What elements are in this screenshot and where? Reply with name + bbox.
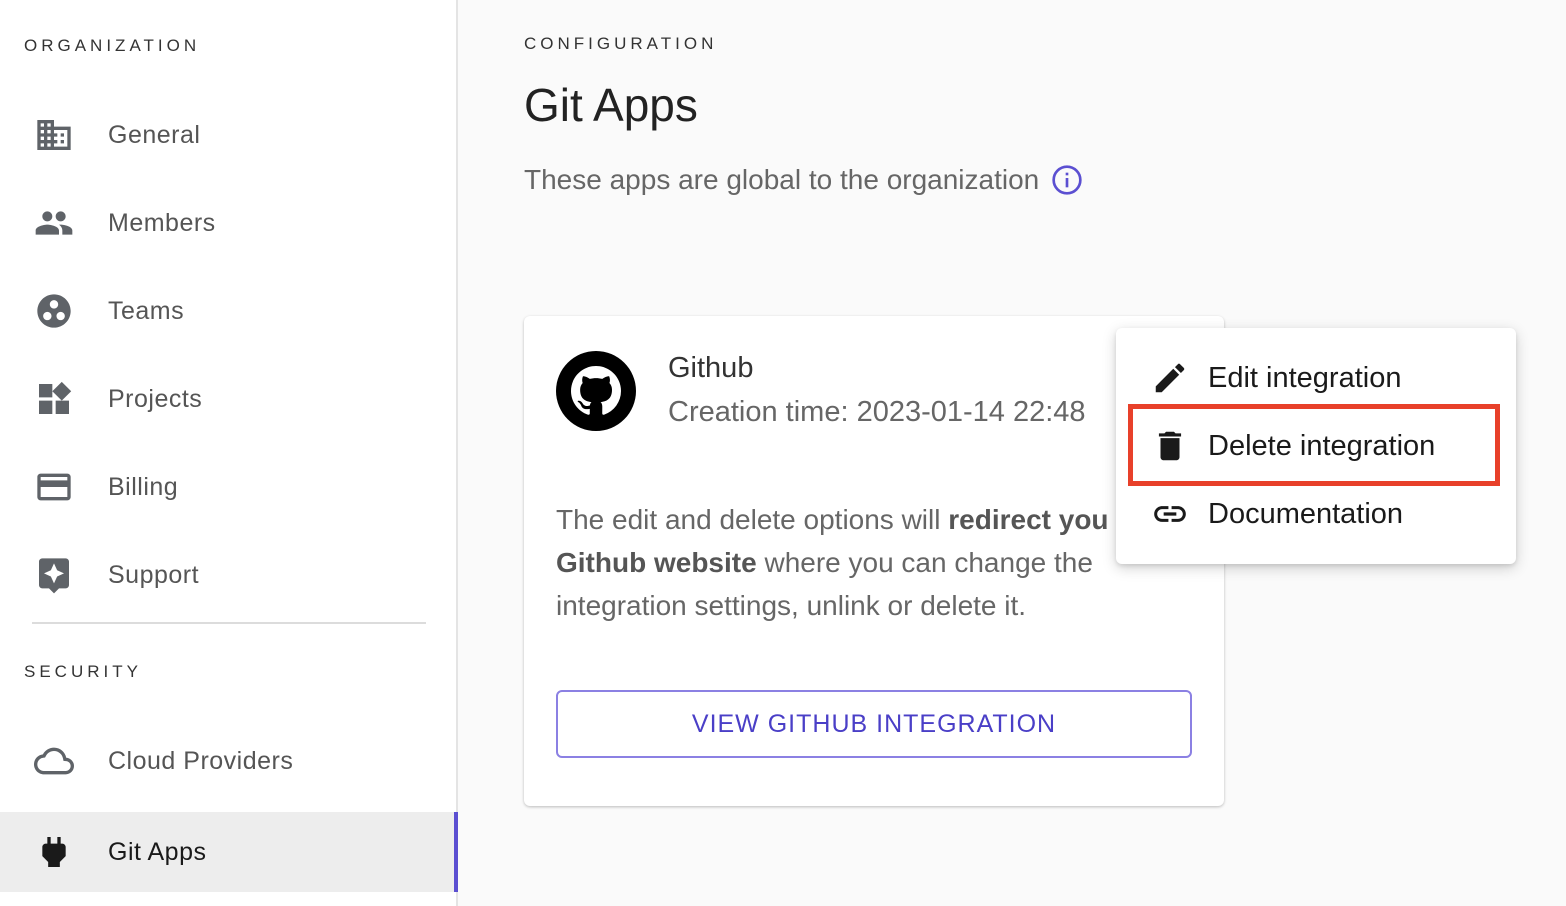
pencil-icon: [1150, 358, 1190, 398]
sidebar-item-label: Git Apps: [108, 837, 207, 866]
sidebar-divider: [32, 622, 426, 624]
widgets-icon: [32, 379, 76, 419]
people-icon: [32, 203, 76, 243]
menu-item-label: Edit integration: [1208, 361, 1402, 394]
sidebar-item-label: General: [108, 120, 201, 149]
sidebar-item-label: Teams: [108, 296, 185, 325]
menu-item-delete-integration[interactable]: Delete integration: [1116, 412, 1516, 480]
trash-icon: [1150, 426, 1190, 466]
desc-text-1: The edit and delete options will: [556, 504, 949, 535]
sidebar-item-members[interactable]: Members: [0, 183, 456, 263]
security-section-label: SECURITY: [24, 662, 142, 681]
building-icon: [32, 115, 76, 155]
plug-icon: [32, 832, 76, 872]
sidebar-item-support[interactable]: Support: [0, 535, 456, 615]
subtitle-text: These apps are global to the organizatio…: [524, 164, 1040, 195]
credit-card-icon: [32, 467, 76, 507]
menu-item-label: Documentation: [1208, 497, 1404, 530]
sidebar-item-projects[interactable]: Projects: [0, 359, 456, 439]
page-subtitle: These apps are global to the organizatio…: [524, 164, 1083, 196]
menu-item-documentation[interactable]: Documentation: [1116, 480, 1516, 548]
sidebar-item-cloud-providers[interactable]: Cloud Providers: [0, 721, 456, 801]
sidebar-item-label: Billing: [108, 472, 179, 501]
teams-icon: [32, 291, 76, 331]
sidebar-item-general[interactable]: General: [0, 95, 456, 175]
link-icon: [1150, 494, 1190, 534]
cloud-icon: [32, 741, 76, 781]
creation-time: Creation time: 2023-01-14 22:48: [668, 396, 1086, 428]
organization-section-label: ORGANIZATION: [24, 36, 201, 55]
menu-item-edit-integration[interactable]: Edit integration: [1116, 344, 1516, 412]
integration-context-menu: Edit integration Delete integration Docu…: [1116, 328, 1516, 564]
sidebar-item-label: Cloud Providers: [108, 746, 294, 775]
info-icon[interactable]: [1051, 164, 1083, 196]
menu-item-label: Delete integration: [1208, 429, 1436, 462]
page-title: Git Apps: [524, 79, 698, 131]
section-overline: CONFIGURATION: [524, 34, 718, 53]
sidebar-item-label: Support: [108, 560, 200, 589]
sidebar: ORGANIZATION General Members Teams Proje…: [0, 0, 458, 906]
integration-name: Github: [668, 352, 754, 384]
support-icon: [32, 555, 76, 595]
sidebar-item-label: Members: [108, 208, 216, 237]
sidebar-item-teams[interactable]: Teams: [0, 271, 456, 351]
sidebar-item-git-apps[interactable]: Git Apps: [0, 812, 458, 892]
sidebar-item-billing[interactable]: Billing: [0, 447, 456, 527]
view-github-integration-button[interactable]: VIEW GITHUB INTEGRATION: [556, 690, 1192, 758]
sidebar-item-label: Projects: [108, 384, 203, 413]
integration-description: The edit and delete options will redirec…: [556, 498, 1196, 627]
github-logo-icon: [556, 351, 636, 431]
